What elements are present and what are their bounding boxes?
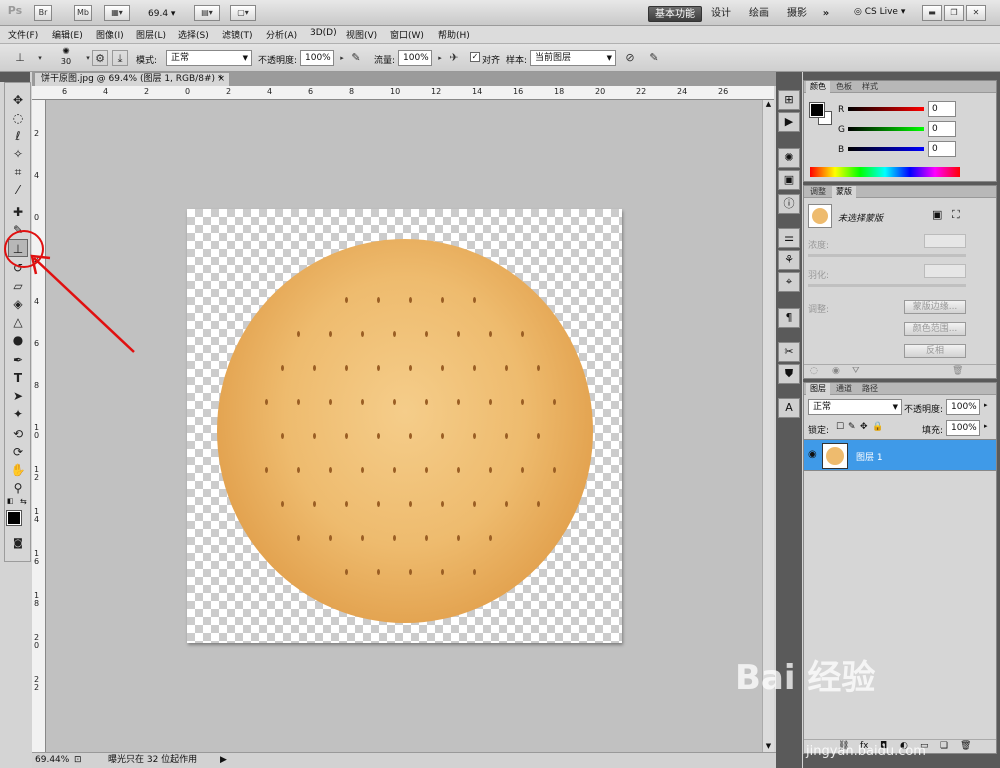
watermark-logo: Bai 经验	[735, 658, 876, 698]
watermark-url: jingyan.baidu.com	[806, 744, 926, 759]
photoshop-window: Ps Br Mb ▦▾ 69.4 ▾ ▤▾ ▢▾ 基本功能 设计 绘画 摄影 »…	[0, 0, 1000, 768]
color-fg-swatch[interactable]	[809, 102, 825, 118]
